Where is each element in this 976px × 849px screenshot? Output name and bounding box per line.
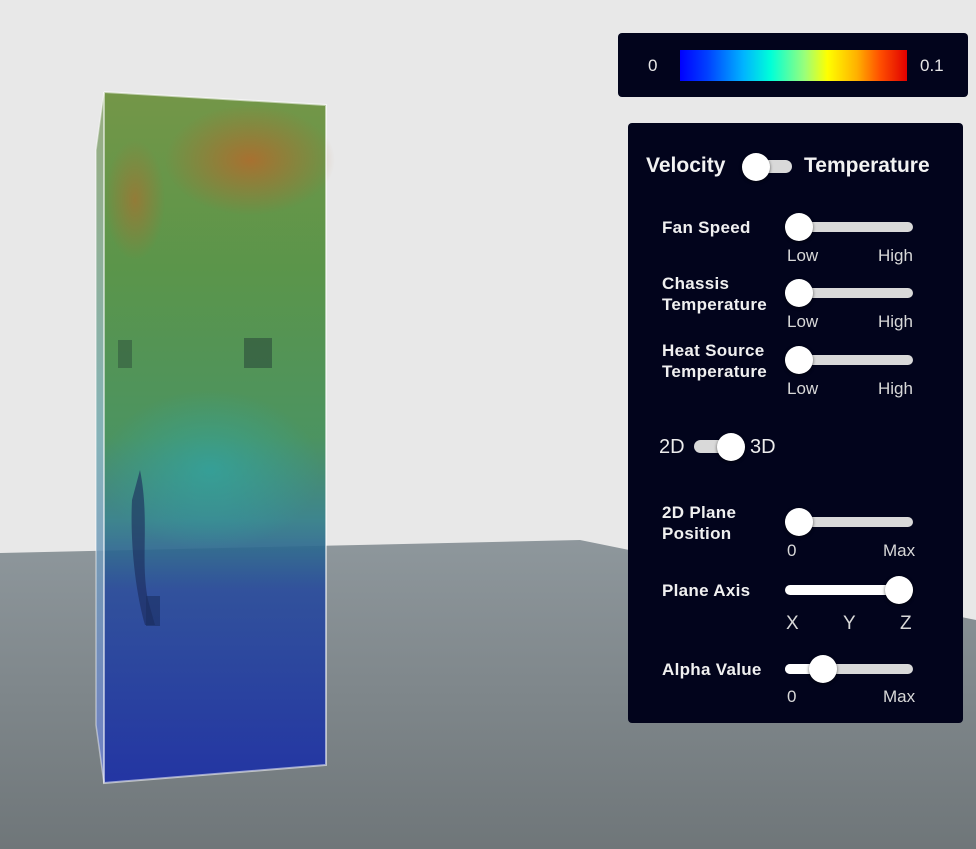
chassis-temperature-slider[interactable]: [785, 279, 915, 307]
alpha-value-slider[interactable]: [785, 655, 915, 683]
field-mode-toggle-knob[interactable]: [742, 153, 770, 181]
heat-source-temperature-slider-thumb[interactable]: [785, 346, 813, 374]
plane-position-max-label: Max: [883, 541, 916, 560]
2d-mode-label: 2D: [659, 436, 685, 458]
fan-speed-slider-thumb[interactable]: [785, 213, 813, 241]
plane-axis-z-tick: Z: [900, 613, 912, 634]
plane-axis-slider-thumb[interactable]: [885, 576, 913, 604]
chassis-temperature-label: Chassis Temperature: [662, 274, 768, 314]
plane-axis-y-tick: Y: [843, 613, 856, 634]
3d-mode-label: 3D: [750, 436, 776, 458]
heat-source-temperature-label: Heat Source Temperature: [662, 341, 768, 381]
chassis-temperature-min-label: Low: [787, 312, 819, 331]
plane-position-slider[interactable]: [785, 508, 915, 536]
dimension-toggle[interactable]: [693, 433, 745, 461]
field-mode-toggle[interactable]: [742, 153, 794, 181]
controls-panel: Velocity Temperature Fan Speed Low High …: [628, 123, 963, 723]
heat-source-block: [244, 338, 272, 368]
temperature-mode-label: Temperature: [804, 154, 930, 177]
alpha-value-label: Alpha Value: [662, 660, 762, 679]
color-scale-min-label: 0: [648, 56, 658, 75]
color-scale-gradient: [680, 50, 907, 81]
plane-position-min-label: 0: [787, 541, 797, 560]
hot-region: [105, 140, 165, 260]
chassis-temperature-max-label: High: [878, 312, 913, 331]
fan-speed-slider[interactable]: [785, 213, 915, 241]
plane-axis-x-tick: X: [786, 613, 799, 634]
fan-speed-min-label: Low: [787, 246, 819, 265]
color-scale-legend: 0 0.1: [618, 33, 968, 97]
chassis-temperature-slider-thumb[interactable]: [785, 279, 813, 307]
heat-source-block: [146, 596, 160, 626]
fan-speed-label: Fan Speed: [662, 218, 751, 237]
plane-axis-label: Plane Axis: [662, 581, 751, 600]
color-scale-max-label: 0.1: [920, 56, 944, 75]
heat-source-temperature-slider[interactable]: [785, 346, 915, 374]
heat-source-temperature-min-label: Low: [787, 379, 819, 398]
hot-region: [165, 105, 335, 215]
velocity-mode-label: Velocity: [646, 154, 726, 177]
chassis-volume-side: [96, 92, 104, 783]
dimension-toggle-knob[interactable]: [717, 433, 745, 461]
plane-axis-slider[interactable]: [785, 576, 915, 604]
plane-position-label: 2D Plane Position: [662, 503, 737, 543]
fan-speed-max-label: High: [878, 246, 913, 265]
plane-position-slider-thumb[interactable]: [785, 508, 813, 536]
alpha-value-slider-thumb[interactable]: [809, 655, 837, 683]
alpha-value-max-label: Max: [883, 687, 916, 706]
heat-source-block: [118, 340, 132, 368]
alpha-value-min-label: 0: [787, 687, 797, 706]
heat-source-temperature-max-label: High: [878, 379, 913, 398]
